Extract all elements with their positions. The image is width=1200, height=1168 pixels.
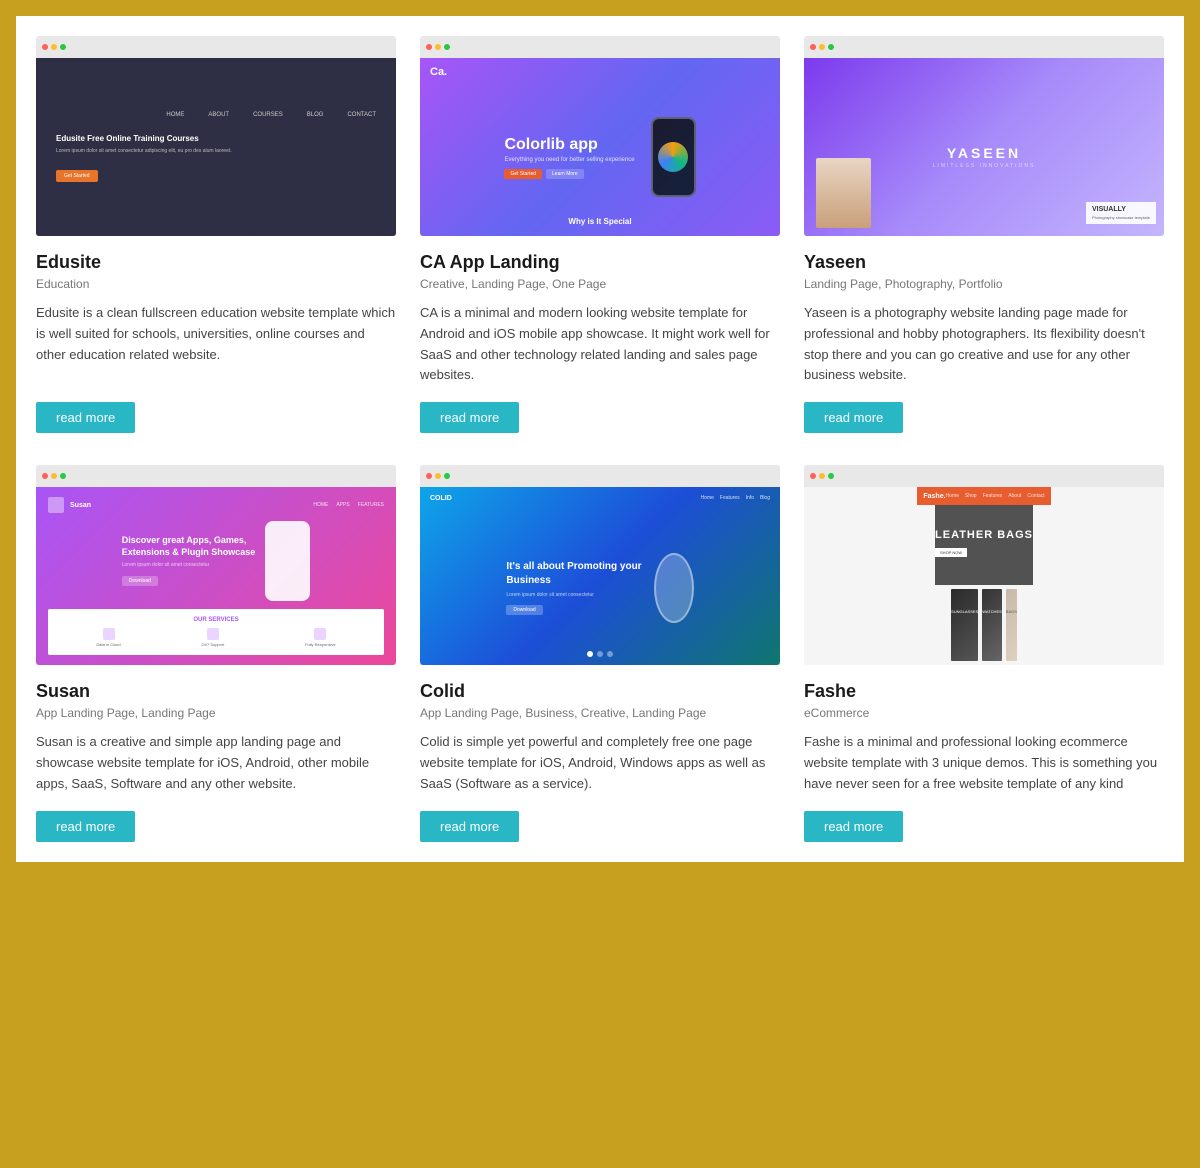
fashe-nav: Fashe. Home Shop Features About Contact: [917, 487, 1050, 505]
read-more-button-colid[interactable]: read more: [420, 811, 519, 842]
card-title-yaseen: Yaseen: [804, 252, 1164, 273]
dot-red: [42, 473, 48, 479]
card-ca-app: Ca. Colorlib app Everything you need for…: [420, 36, 780, 433]
fashe-hero-text: LEATHER BAGS: [935, 529, 1033, 541]
dot-red: [426, 473, 432, 479]
mock-ca-screen: Ca. Colorlib app Everything you need for…: [420, 58, 780, 236]
card-desc-fashe: Fashe is a minimal and professional look…: [804, 732, 1164, 794]
dot-yellow: [51, 473, 57, 479]
card-tags-colid: App Landing Page, Business, Creative, La…: [420, 706, 780, 720]
card-title-fashe: Fashe: [804, 681, 1164, 702]
card-tags-fashe: eCommerce: [804, 706, 1164, 720]
read-more-button-yaseen[interactable]: read more: [804, 402, 903, 433]
dot-green: [444, 473, 450, 479]
dot-green: [828, 473, 834, 479]
mock-susan-screen: Susan HOME APPS FEATURES Discover great …: [36, 487, 396, 665]
card-image-colid: COLID Home Features Info Blog It's all a…: [420, 465, 780, 665]
card-desc-susan: Susan is a creative and simple app landi…: [36, 732, 396, 794]
mock-yaseen-screen: YASEEN LIMITLESS INNOVATIONS VISUALLY Ph…: [804, 58, 1164, 236]
fashe-hero: LEATHER BAGS SHOP NOW: [935, 505, 1033, 585]
address-bar: [837, 469, 1046, 477]
fashe-product-bags: BAGS: [1006, 589, 1017, 661]
read-more-button-ca[interactable]: read more: [420, 402, 519, 433]
address-bar: [453, 40, 662, 48]
dot-yellow: [435, 44, 441, 50]
card-image-edusite: HOME ABOUT COURSES BLOG CONTACT Edusite …: [36, 36, 396, 236]
card-image-ca: Ca. Colorlib app Everything you need for…: [420, 36, 780, 236]
card-image-fashe: Fashe. Home Shop Features About Contact: [804, 465, 1164, 665]
fashe-product-watches: WATCHES: [982, 589, 1002, 661]
card-tags-yaseen: Landing Page, Photography, Portfolio: [804, 277, 1164, 291]
fashe-logo: Fashe.: [923, 493, 945, 500]
card-colid: COLID Home Features Info Blog It's all a…: [420, 465, 780, 841]
card-tags-susan: App Landing Page, Landing Page: [36, 706, 396, 720]
card-susan: Susan HOME APPS FEATURES Discover great …: [36, 465, 396, 841]
card-image-yaseen: YASEEN LIMITLESS INNOVATIONS VISUALLY Ph…: [804, 36, 1164, 236]
dot-yellow: [51, 44, 57, 50]
card-grid: HOME ABOUT COURSES BLOG CONTACT Edusite …: [16, 16, 1184, 862]
card-desc-ca: CA is a minimal and modern looking websi…: [420, 303, 780, 386]
dot-green: [60, 473, 66, 479]
dot-yellow: [819, 44, 825, 50]
dot-green: [444, 44, 450, 50]
card-title-colid: Colid: [420, 681, 780, 702]
read-more-button-susan[interactable]: read more: [36, 811, 135, 842]
card-title-ca: CA App Landing: [420, 252, 780, 273]
dot-red: [426, 44, 432, 50]
card-desc-edusite: Edusite is a clean fullscreen education …: [36, 303, 396, 386]
address-bar: [69, 469, 278, 477]
fashe-product-sunglasses: SUNGLASSES: [951, 589, 978, 661]
mock-colid-screen: COLID Home Features Info Blog It's all a…: [420, 487, 780, 665]
dot-green: [828, 44, 834, 50]
dot-yellow: [819, 473, 825, 479]
address-bar: [453, 469, 662, 477]
mock-fashe-screen: Fashe. Home Shop Features About Contact: [804, 487, 1164, 665]
card-image-susan: Susan HOME APPS FEATURES Discover great …: [36, 465, 396, 665]
card-desc-yaseen: Yaseen is a photography website landing …: [804, 303, 1164, 386]
dot-red: [42, 44, 48, 50]
card-title-edusite: Edusite: [36, 252, 396, 273]
read-more-button-edusite[interactable]: read more: [36, 402, 135, 433]
dot-red: [810, 473, 816, 479]
card-fashe: Fashe. Home Shop Features About Contact: [804, 465, 1164, 841]
card-edusite: HOME ABOUT COURSES BLOG CONTACT Edusite …: [36, 36, 396, 433]
read-more-button-fashe[interactable]: read more: [804, 811, 903, 842]
card-yaseen: YASEEN LIMITLESS INNOVATIONS VISUALLY Ph…: [804, 36, 1164, 433]
card-tags-edusite: Education: [36, 277, 396, 291]
card-desc-colid: Colid is simple yet powerful and complet…: [420, 732, 780, 794]
mock-edusite-screen: HOME ABOUT COURSES BLOG CONTACT Edusite …: [36, 58, 396, 236]
dot-yellow: [435, 473, 441, 479]
dot-green: [60, 44, 66, 50]
card-tags-ca: Creative, Landing Page, One Page: [420, 277, 780, 291]
fashe-products: SUNGLASSES WATCHES BAGS: [947, 585, 1021, 665]
card-title-susan: Susan: [36, 681, 396, 702]
address-bar: [837, 40, 1046, 48]
address-bar: [69, 40, 278, 48]
dot-red: [810, 44, 816, 50]
